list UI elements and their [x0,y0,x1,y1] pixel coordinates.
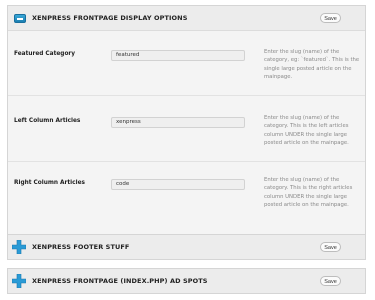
panel-title: XENPRESS FRONTPAGE DISPLAY OPTIONS [32,14,188,22]
panel-header[interactable]: XENPRESS FRONTPAGE DISPLAY OPTIONS Save [8,6,365,31]
field-description: Enter the slug (name) of the category, e… [264,49,360,80]
save-button[interactable]: Save [320,13,341,23]
panel-title: XENPRESS FRONTPAGE (INDEX.PHP) AD SPOTS [32,277,208,285]
field-label: Featured Category [14,51,76,57]
featured-category-input[interactable] [111,50,245,61]
right-column-input[interactable] [111,179,245,190]
field-label: Left Column Articles [14,118,81,124]
display-options-panel: XENPRESS FRONTPAGE DISPLAY OPTIONS Save … [7,5,366,235]
field-description: Enter the slug (name) of the category. T… [264,177,353,208]
save-button[interactable]: Save [320,242,341,252]
expand-plus-icon[interactable] [12,274,26,288]
footer-stuff-panel: XENPRESS FOOTER STUFF Save [7,234,366,260]
panel-header[interactable]: XENPRESS FRONTPAGE (INDEX.PHP) AD SPOTS … [8,269,365,293]
ad-spots-panel: XENPRESS FRONTPAGE (INDEX.PHP) AD SPOTS … [7,268,366,294]
panel-title: XENPRESS FOOTER STUFF [32,243,130,251]
panel-header[interactable]: XENPRESS FOOTER STUFF Save [8,235,365,259]
field-label: Right Column Articles [14,180,85,186]
expand-plus-icon[interactable] [12,240,26,254]
featured-category-row: Featured Category Enter the slug (name) … [8,31,365,96]
collapse-minus-icon[interactable] [14,14,26,23]
left-column-row: Left Column Articles Enter the slug (nam… [8,96,365,162]
left-column-input[interactable] [111,117,245,128]
field-description: Enter the slug (name) of the category. T… [264,115,349,146]
save-button[interactable]: Save [320,276,341,286]
right-column-row: Right Column Articles Enter the slug (na… [8,162,365,234]
